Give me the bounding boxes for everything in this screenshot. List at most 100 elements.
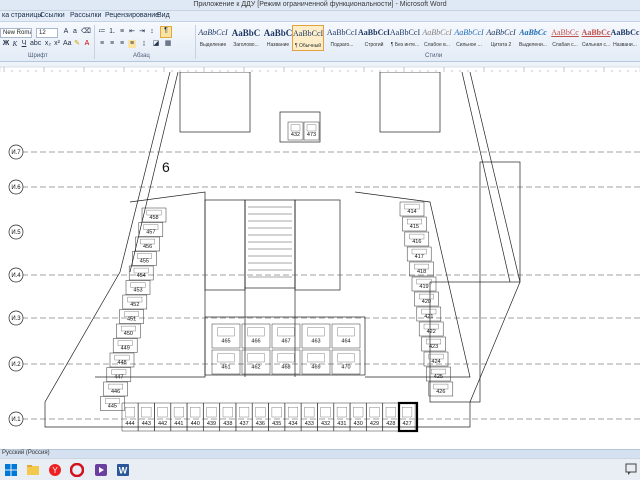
style-subtitle[interactable]: AaBbCcI Подзаго... <box>326 25 358 51</box>
justify-icon[interactable]: ≡ <box>128 40 136 48</box>
bottom-parking-number: 432 <box>321 421 330 427</box>
center-parking-number: 470 <box>341 365 350 371</box>
align-right-icon[interactable]: ≡ <box>118 40 126 48</box>
superscript-icon[interactable]: x² <box>53 40 61 48</box>
style-normal[interactable]: AaBbCcI ¶ Обычный <box>292 25 324 51</box>
style-sample: AaBbCcI <box>454 28 484 37</box>
horizontal-ruler[interactable] <box>0 62 640 74</box>
style-sample: AaBbC <box>231 28 261 38</box>
car-outline <box>217 327 235 337</box>
center-parking-number: 468 <box>281 365 290 371</box>
tab-mailings[interactable]: Рассылки <box>70 12 101 19</box>
align-left-icon[interactable]: ≡ <box>98 40 106 48</box>
car-outline <box>307 327 325 337</box>
center-parking-number: 461 <box>221 365 230 371</box>
style-sample: AaBbCc <box>581 28 611 37</box>
car-outline <box>353 407 364 418</box>
file-explorer-icon[interactable] <box>26 463 40 477</box>
style-emphasis[interactable]: AaBbCcI Выделение <box>197 25 229 51</box>
style-name: Сильная с... <box>581 42 611 48</box>
style-book-title[interactable]: AaBbCc Названи... <box>610 25 640 51</box>
style-subtle-emphasis[interactable]: AaBbCcI Слабое в... <box>421 25 453 51</box>
style-name: ¶ Без инте... <box>390 42 420 48</box>
font-group-label: Шрифт <box>28 53 48 59</box>
shading-icon[interactable]: ◪ <box>152 40 160 48</box>
left-parking-number: 457 <box>146 229 155 235</box>
yandex-browser-icon[interactable]: Y <box>48 463 62 477</box>
floor-plan-drawing: 444 443 442 441 440 439 438 437 436 435 434 433 432 4… <box>8 72 640 433</box>
left-parking-number: 451 <box>127 316 136 322</box>
style-sample: AaBbCcI <box>422 28 452 37</box>
car-outline <box>402 407 413 418</box>
ribbon-tabs: ка страницы Ссылки Рассылки Рецензирован… <box>0 11 640 22</box>
center-parking-number: 464 <box>341 339 350 345</box>
sort-icon[interactable]: ↕ <box>148 28 156 36</box>
italic-icon[interactable]: К <box>11 40 19 48</box>
center-parking-number: 466 <box>251 339 260 345</box>
left-parking-number: 456 <box>143 244 152 250</box>
font-name-select[interactable]: New Roman <box>0 28 32 38</box>
axis-label: И.2 <box>11 362 21 368</box>
style-no-spacing[interactable]: AaBbCcI ¶ Без инте... <box>389 25 421 51</box>
line-spacing-icon[interactable]: ↨ <box>140 40 148 48</box>
style-strong[interactable]: AaBbCcI Строгий <box>358 25 390 51</box>
grow-font-icon[interactable]: A <box>62 28 70 36</box>
strikethrough-icon[interactable]: abc <box>30 40 41 48</box>
tab-review[interactable]: Рецензирование <box>105 12 159 19</box>
style-subtle-reference[interactable]: AaBbCc Слабая с... <box>549 25 581 51</box>
svg-text:W: W <box>119 466 128 476</box>
language-indicator[interactable]: Русский (Россия) <box>2 450 50 456</box>
underline-icon[interactable]: Ч <box>20 40 28 48</box>
show-marks-icon[interactable]: ¶ <box>160 26 172 38</box>
increase-indent-icon[interactable]: ⇥ <box>138 28 146 36</box>
car-outline <box>141 407 152 418</box>
taskbar: Y W <box>0 458 640 480</box>
font-color-icon[interactable]: A <box>83 40 91 48</box>
style-quote[interactable]: AaBbCcI Цитата 2 <box>485 25 517 51</box>
numbering-icon[interactable]: ⒈ <box>108 28 116 36</box>
style-intense-emphasis[interactable]: AaBbCcI Сильное ... <box>453 25 485 51</box>
bold-icon[interactable]: Ж <box>2 40 10 48</box>
bottom-parking-number: 442 <box>158 421 167 427</box>
style-name: Название <box>266 42 290 48</box>
multilevel-list-icon[interactable]: ≡ <box>118 28 126 36</box>
car-outline <box>320 407 331 418</box>
tab-references[interactable]: Ссылки <box>40 12 65 19</box>
style-heading[interactable]: AaBbC Заголово... <box>230 25 262 51</box>
document-page[interactable]: 444 443 442 441 440 439 438 437 436 435 434 433 432 4… <box>0 72 640 449</box>
axis-label: И.3 <box>11 316 21 322</box>
font-size-select[interactable]: 12 <box>36 28 58 38</box>
axis-label: И.7 <box>11 150 21 156</box>
bottom-parking-number: 437 <box>240 421 249 427</box>
borders-icon[interactable]: ▦ <box>164 40 172 48</box>
change-case-icon[interactable]: Aa <box>63 40 72 48</box>
shrink-font-icon[interactable]: a <box>71 28 79 36</box>
left-parking-number: 452 <box>130 302 139 308</box>
clear-format-icon[interactable]: ⌫ <box>81 28 91 36</box>
bottom-parking-number: 441 <box>174 421 183 427</box>
tab-view[interactable]: Вид <box>157 12 170 19</box>
highlight-icon[interactable]: ✎ <box>73 40 81 48</box>
right-parking-number: 426 <box>436 389 445 395</box>
car-outline <box>190 407 201 418</box>
right-parking-number: 418 <box>417 269 426 275</box>
bottom-parking-number: 443 <box>142 421 151 427</box>
decrease-indent-icon[interactable]: ⇤ <box>128 28 136 36</box>
windows-start-icon[interactable] <box>4 463 18 477</box>
subscript-icon[interactable]: x₂ <box>44 40 52 48</box>
style-name: Выделени... <box>519 42 547 48</box>
notification-icon[interactable] <box>624 462 638 476</box>
bottom-parking-number: 444 <box>125 421 134 427</box>
style-title[interactable]: AaBbC Название <box>262 25 294 51</box>
align-center-icon[interactable]: ≡ <box>108 40 116 48</box>
style-intense-quote[interactable]: AaBbCc Выделени... <box>517 25 549 51</box>
media-app-icon[interactable] <box>94 463 108 477</box>
style-intense-reference[interactable]: AaBbCc Сильная с... <box>580 25 612 51</box>
opera-browser-icon[interactable] <box>70 463 84 477</box>
bullets-icon[interactable]: ≔ <box>98 28 106 36</box>
word-app-icon[interactable]: W <box>116 463 130 477</box>
word-window: Приложение к ДДУ [Режим ограниченной фун… <box>0 0 640 480</box>
right-parking-number: 423 <box>429 344 438 350</box>
tab-page-layout[interactable]: ка страницы <box>2 12 42 19</box>
car-outline <box>336 407 347 418</box>
